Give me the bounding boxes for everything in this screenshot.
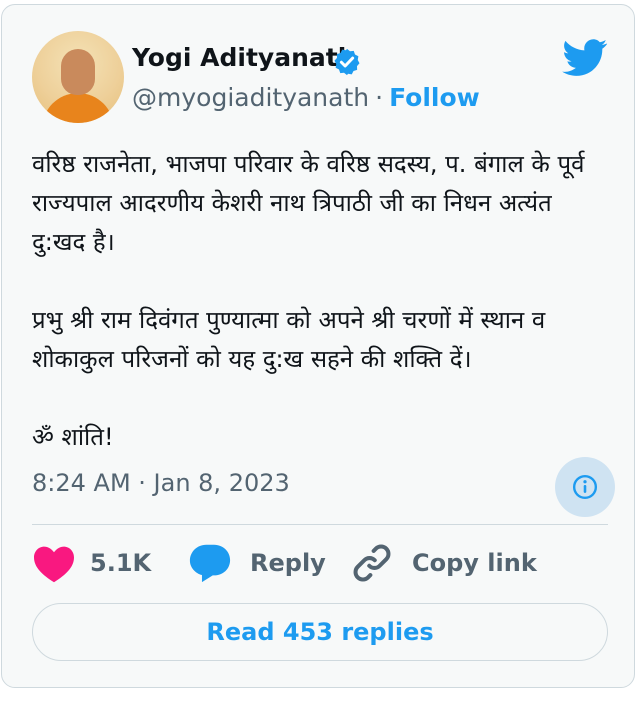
reply-label: Reply <box>250 549 326 577</box>
heart-icon <box>34 546 74 583</box>
twitter-bird-icon[interactable] <box>562 39 608 77</box>
author-name[interactable]: Yogi Adityanath <box>132 43 356 72</box>
author-handle[interactable]: @myogiadityanath <box>132 83 369 112</box>
read-replies-button[interactable]: Read 453 replies <box>32 603 608 661</box>
tweet-timestamp[interactable]: 8:24 AM · Jan 8, 2023 <box>32 469 290 497</box>
follow-button[interactable]: Follow <box>389 83 480 112</box>
tweet-paragraph: ॐ शांति! <box>32 423 114 451</box>
tweet-text: वरिष्ठ राजनेता, भाजपा परिवार के वरिष्ठ स… <box>32 145 612 457</box>
likes-count: 5.1K <box>90 549 152 577</box>
tweet-card: Yogi Adityanath @myogiadityanath · Follow … <box>1 4 635 688</box>
avatar-robe <box>42 93 114 123</box>
speech-bubble-icon <box>189 544 231 583</box>
copy-link-button[interactable]: Copy link <box>350 541 537 585</box>
link-icon <box>353 544 391 582</box>
avatar-face <box>61 49 95 95</box>
tweet-paragraph: वरिष्ठ राजनेता, भाजपा परिवार के वरिष्ठ स… <box>32 150 585 256</box>
like-button[interactable]: 5.1K <box>32 541 151 585</box>
verified-badge-icon <box>334 48 360 76</box>
separator-dot: · <box>375 83 384 112</box>
info-button[interactable] <box>555 457 615 517</box>
reply-button[interactable]: Reply <box>188 541 326 585</box>
divider <box>32 524 608 525</box>
copy-link-label: Copy link <box>412 549 537 577</box>
author-handle-row: @myogiadityanath · Follow <box>132 83 480 112</box>
tweet-paragraph: प्रभु श्री राम दिवंगत पुण्यात्मा को अपने… <box>32 306 546 373</box>
avatar[interactable] <box>32 31 124 123</box>
info-icon <box>572 474 598 500</box>
